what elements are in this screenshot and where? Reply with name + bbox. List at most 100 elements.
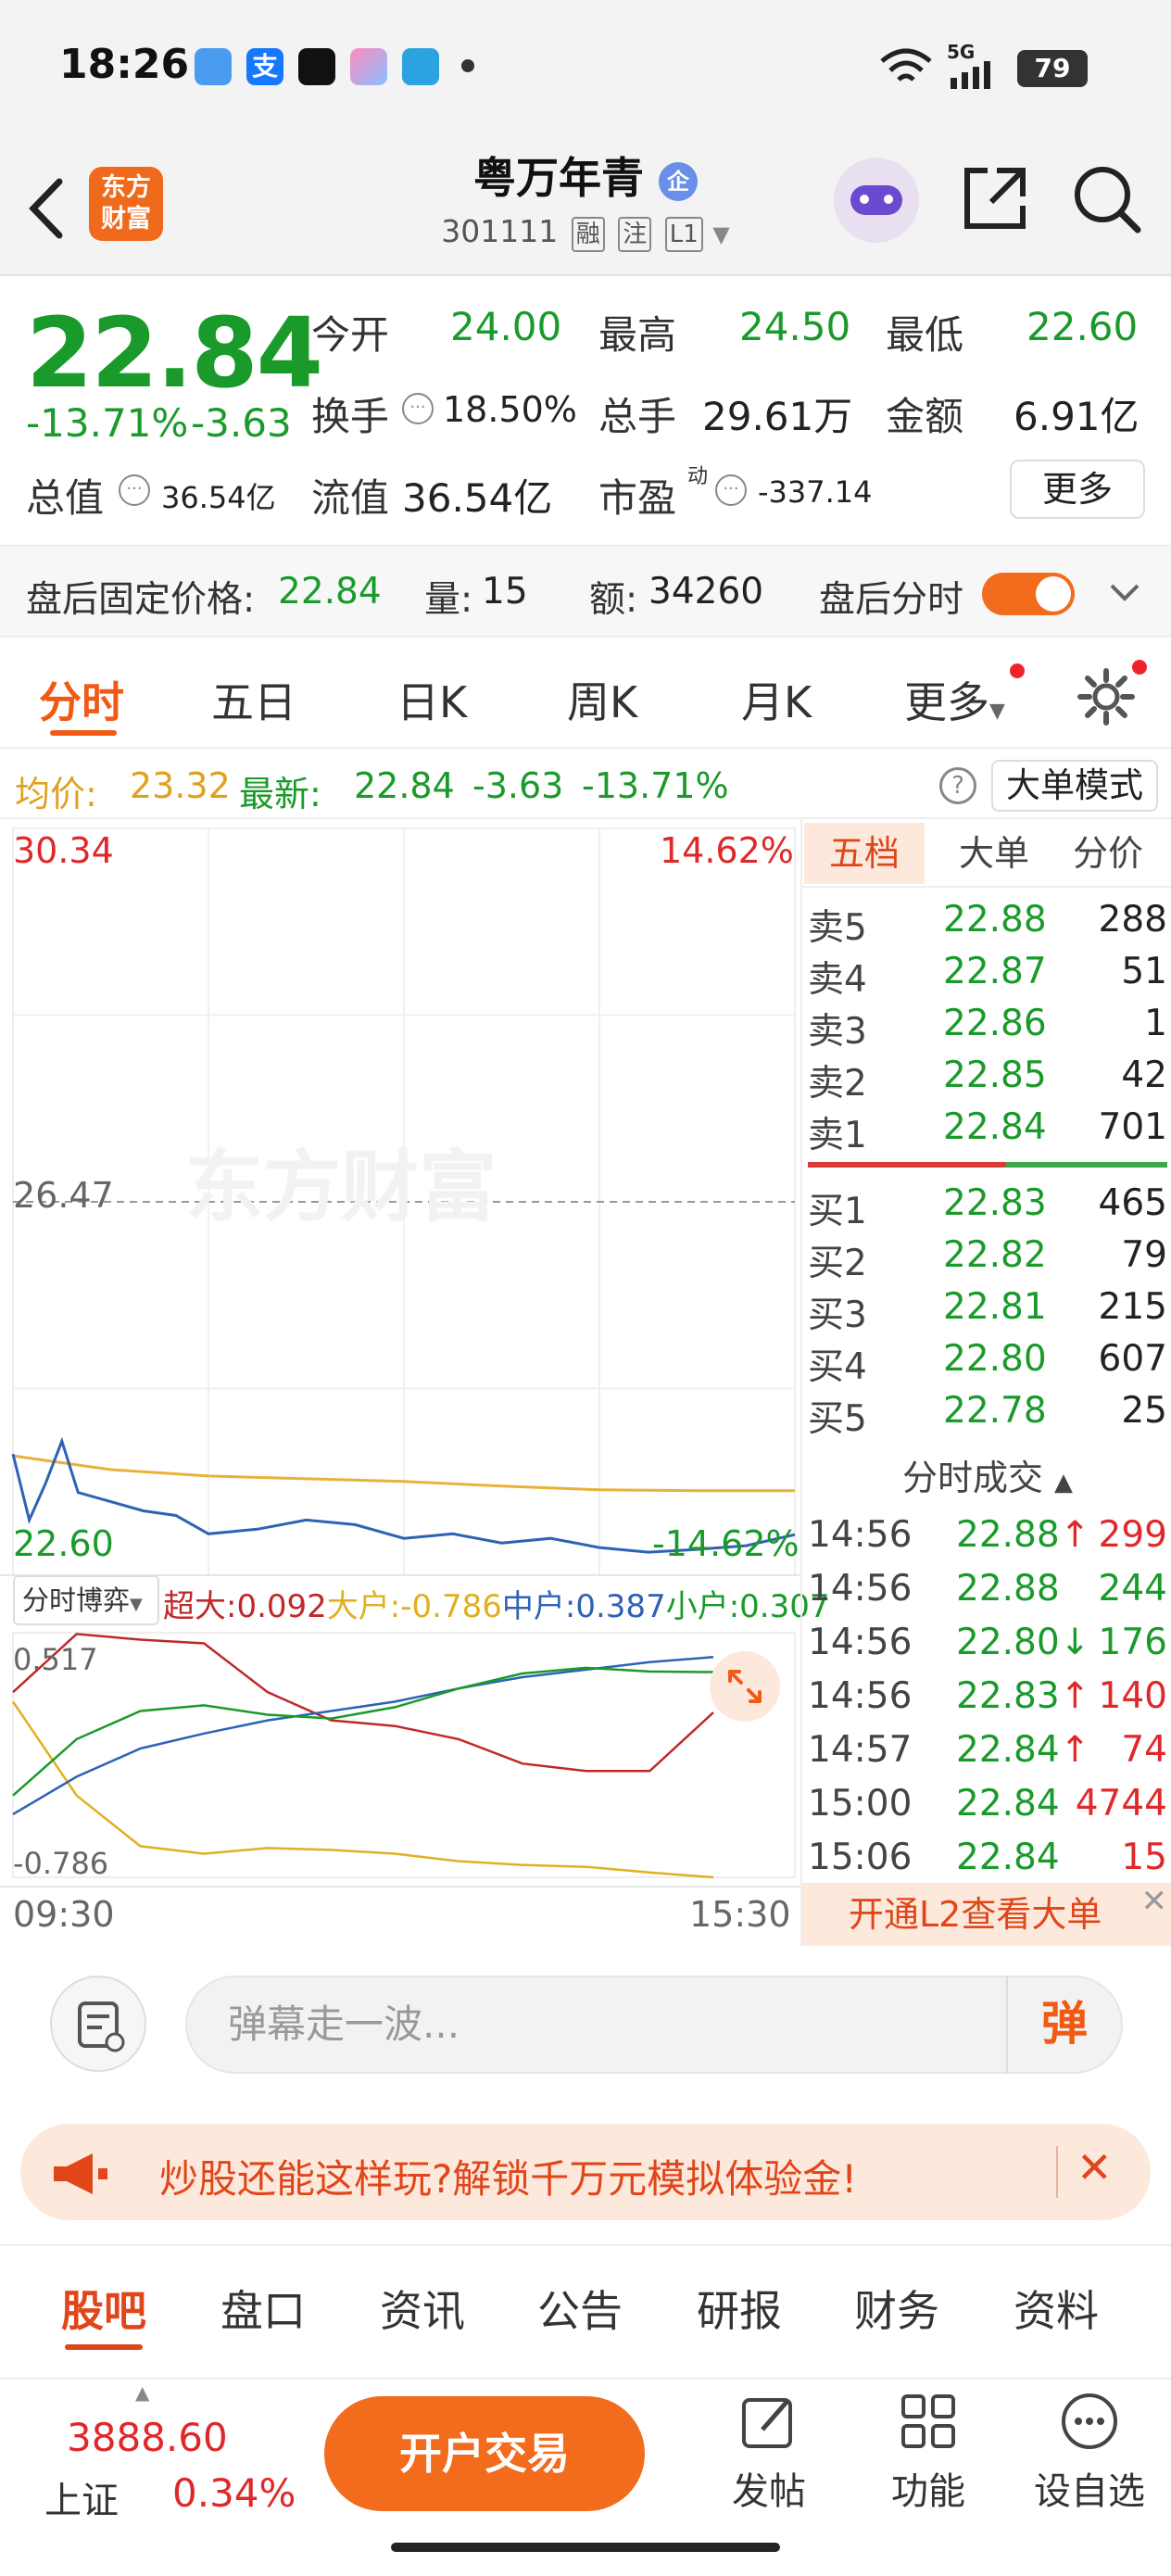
change-value: -3.63 xyxy=(191,400,292,446)
tab-forum[interactable]: 股吧 xyxy=(61,2278,146,2339)
trade-time: 14:56 xyxy=(808,1675,913,1717)
ask-volume: 288 xyxy=(1098,899,1167,941)
low-value: 22.60 xyxy=(1026,304,1139,349)
turnover-label: 换手 xyxy=(311,394,390,439)
open-account-trade-button[interactable]: 开户交易 xyxy=(324,2396,645,2511)
more-button[interactable]: 更多 xyxy=(1010,460,1145,519)
bid-price: 22.83 xyxy=(943,1182,1047,1224)
ask-volume: 51 xyxy=(1121,951,1167,992)
info-dots-icon[interactable]: ··· xyxy=(715,474,747,506)
game-chart-frame xyxy=(12,1632,796,1878)
tab-research[interactable]: 研报 xyxy=(697,2278,782,2339)
tab-price-distribution[interactable]: 分价 xyxy=(1054,823,1162,884)
bid-volume: 607 xyxy=(1098,1338,1167,1380)
ask-row: 卖5 22.88 288 xyxy=(802,899,1171,951)
game-top-label: 0.517 xyxy=(13,1642,98,1677)
trade-price: 22.88 xyxy=(956,1568,1060,1610)
danmu-toggle-button[interactable]: 弹 xyxy=(1006,1976,1121,2074)
bid-price: 22.78 xyxy=(943,1390,1047,1432)
add-watchlist-button[interactable]: 设自选 xyxy=(1015,2389,1164,2515)
timeline-chart[interactable]: 东方财富 30.34 14.62% 26.47 22.60 -14.62% 分时… xyxy=(0,819,830,1946)
trade-row: 14:56 22.88 ↑ 299 xyxy=(802,1514,1171,1566)
trade-row: 14:57 22.84 ↑ 74 xyxy=(802,1729,1171,1781)
small-label: 小户: xyxy=(665,1588,740,1625)
post-button[interactable]: 发帖 xyxy=(695,2389,843,2515)
bid-volume: 215 xyxy=(1098,1286,1167,1328)
promo-banner[interactable]: 炒股还能这样玩?解锁千万元模拟体验金! ✕ xyxy=(20,2124,1151,2220)
chart-mid-label: 26.47 xyxy=(13,1175,114,1216)
trade-direction-arrow: ↑ xyxy=(1060,1729,1090,1771)
chart-bottom-right-label: -14.62% xyxy=(652,1523,800,1564)
trades-title[interactable]: 分时成交 ▲ xyxy=(802,1449,1171,1500)
tab-announcements[interactable]: 公告 xyxy=(537,2278,623,2339)
tab-profile[interactable]: 资料 xyxy=(1014,2278,1099,2339)
tab-big-orders[interactable]: 大单 xyxy=(943,823,1045,884)
info-dots-icon[interactable]: ··· xyxy=(119,474,150,506)
function-button[interactable]: 功能 xyxy=(854,2389,1002,2515)
danmu-input[interactable]: 弹幕走一波... xyxy=(185,1976,1123,2074)
alipay-app-icon: 支 xyxy=(246,48,283,85)
tab-five-day[interactable]: 五日 xyxy=(211,669,296,730)
help-icon[interactable]: ? xyxy=(939,767,976,804)
margin-tag: 融 xyxy=(571,217,605,252)
open-value: 24.00 xyxy=(450,304,562,349)
trade-price: 22.84 xyxy=(956,1837,1060,1878)
trade-volume: 74 xyxy=(1121,1729,1167,1771)
trade-row: 14:56 22.80 ↓ 176 xyxy=(802,1622,1171,1673)
tab-order-book[interactable]: 盘口 xyxy=(220,2278,306,2339)
l2-banner[interactable]: 开通L2查看大单 ✕ xyxy=(802,1883,1171,1946)
triangle-up-icon: ▲ xyxy=(1054,1469,1074,1496)
enterprise-badge: 企 xyxy=(659,161,698,201)
game-selector[interactable]: 分时博弈▼ xyxy=(13,1575,159,1625)
trade-direction-arrow: ↑ xyxy=(1060,1514,1090,1556)
turnover-value: 18.50% xyxy=(443,389,577,430)
after-volume-label: 量: xyxy=(424,579,473,621)
latest-value: 22.84 xyxy=(354,765,455,806)
settings-gear-icon[interactable] xyxy=(1077,667,1136,726)
big-order-mode-button[interactable]: 大单模式 xyxy=(991,760,1158,812)
tab-timeline[interactable]: 分时 xyxy=(39,669,124,730)
expand-icon[interactable] xyxy=(710,1651,780,1722)
message-icon[interactable] xyxy=(50,1976,146,2072)
trade-row: 14:56 22.88 244 xyxy=(802,1568,1171,1620)
promo-text: 炒股还能这样玩?解锁千万元模拟体验金! xyxy=(159,2156,858,2202)
trade-time: 14:56 xyxy=(808,1514,913,1556)
tab-monthly-k[interactable]: 月K xyxy=(741,669,812,730)
bottom-toolbar: ▲ 3888.60 上证 0.34% 开户交易 发帖 功能 设自选 xyxy=(0,2378,1171,2576)
trade-time: 14:56 xyxy=(808,1622,913,1663)
tab-news[interactable]: 资讯 xyxy=(380,2278,465,2339)
tab-more[interactable]: 更多▼ xyxy=(904,669,1005,730)
small-line xyxy=(12,1666,714,1797)
search-icon[interactable] xyxy=(1071,163,1141,237)
index-value[interactable]: 3888.60 xyxy=(67,2415,228,2460)
chevron-down-icon: ▼ xyxy=(712,221,730,247)
high-value: 24.50 xyxy=(739,304,851,349)
after-timeline-label: 盘后分时 xyxy=(819,579,964,621)
info-dots-icon[interactable]: ··· xyxy=(402,393,434,424)
tab-weekly-k[interactable]: 周K xyxy=(567,669,637,730)
close-icon[interactable]: ✕ xyxy=(1077,2142,1113,2192)
tab-five-levels[interactable]: 五档 xyxy=(804,823,925,884)
big-line xyxy=(11,1700,714,1879)
network-label: 5G xyxy=(947,41,976,63)
trade-price: 22.84 xyxy=(956,1783,1060,1825)
ask-label: 卖5 xyxy=(808,907,867,949)
trade-time: 14:57 xyxy=(808,1729,913,1771)
trade-price: 22.84 xyxy=(956,1729,1060,1771)
mid-line xyxy=(12,1656,714,1815)
avg-price-label: 均价: xyxy=(15,774,97,814)
after-hours-toggle[interactable] xyxy=(982,573,1075,615)
ask-price: 22.86 xyxy=(943,1003,1047,1044)
battery-icon: 79 xyxy=(1017,50,1088,87)
share-icon[interactable] xyxy=(960,163,1030,234)
grid-icon xyxy=(901,2394,955,2448)
ask-row: 卖2 22.85 42 xyxy=(802,1054,1171,1106)
chart-canvas xyxy=(0,827,800,1888)
bid-label: 买4 xyxy=(808,1346,867,1388)
chevron-down-icon[interactable] xyxy=(1108,578,1141,606)
tab-finance[interactable]: 财务 xyxy=(854,2278,939,2339)
ask-volume: 701 xyxy=(1098,1106,1167,1148)
ai-assistant-avatar[interactable] xyxy=(834,158,919,243)
tab-daily-k[interactable]: 日K xyxy=(397,669,467,730)
quote-panel: 22.84 -13.71% -3.63 今开 24.00 最高 24.50 最低… xyxy=(0,276,1171,547)
